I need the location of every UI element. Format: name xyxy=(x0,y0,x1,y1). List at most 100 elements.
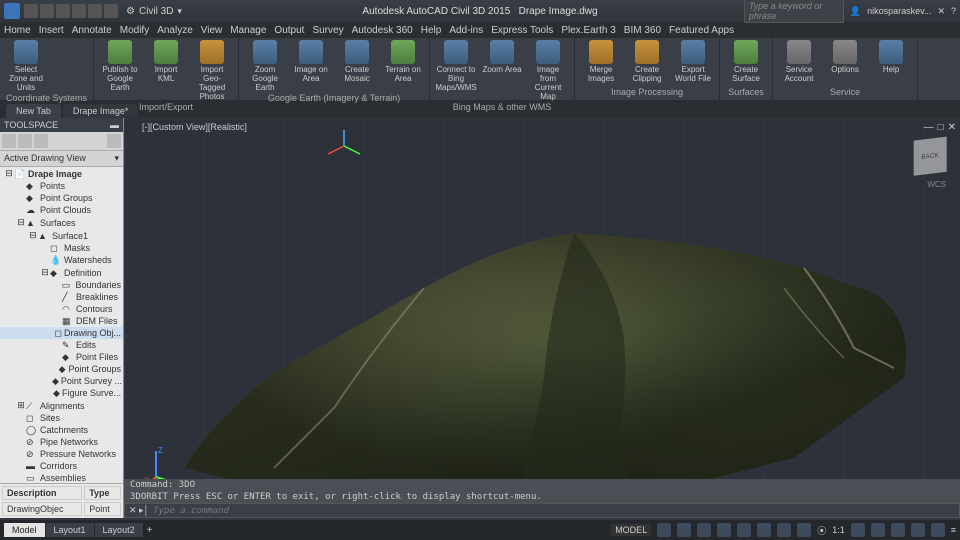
close-icon[interactable]: ✕ xyxy=(948,122,956,133)
add-layout-icon[interactable]: + xyxy=(147,525,153,536)
app-icon[interactable] xyxy=(4,3,20,19)
menu-survey[interactable]: Survey xyxy=(312,25,343,36)
ribbon-button[interactable]: Create Surface xyxy=(726,40,766,86)
tree-item[interactable]: 💧Watersheds xyxy=(0,254,123,266)
menu-addins[interactable]: Add-ins xyxy=(449,25,483,36)
workspace-icon[interactable] xyxy=(851,523,865,537)
tree-item[interactable]: ▬Corridors xyxy=(0,460,123,472)
viewport[interactable]: [-][Custom View][Realistic] — □ ✕ xyxy=(124,118,960,518)
tree-item[interactable]: ☁Point Clouds xyxy=(0,204,123,216)
grid-icon[interactable] xyxy=(657,523,671,537)
layout-tab-layout1[interactable]: Layout1 xyxy=(46,523,94,537)
qat-open-icon[interactable] xyxy=(40,4,54,18)
anno-monitor-icon[interactable] xyxy=(871,523,885,537)
isolate-icon[interactable] xyxy=(891,523,905,537)
ribbon-button[interactable]: Image on Area xyxy=(291,40,331,92)
ribbon-button[interactable]: Import Geo- Tagged Photos xyxy=(192,40,232,101)
file-tab[interactable]: Drape Image* xyxy=(63,104,139,118)
tree-item[interactable]: ◆Figure Surve... xyxy=(0,387,123,399)
ribbon-button[interactable]: Publish to Google Earth xyxy=(100,40,140,101)
ribbon-button[interactable]: Service Account xyxy=(779,40,819,86)
ribbon-button[interactable]: Select Zone and Units xyxy=(6,40,46,92)
expand-icon[interactable]: ⊟ xyxy=(4,168,14,179)
model-space-button[interactable]: MODEL xyxy=(611,524,651,536)
menu-home[interactable]: Home xyxy=(4,25,31,36)
osnap-icon[interactable] xyxy=(737,523,751,537)
maximize-icon[interactable]: □ xyxy=(938,122,944,133)
ts-btn-3[interactable] xyxy=(34,134,48,148)
polar-icon[interactable] xyxy=(717,523,731,537)
ribbon-button[interactable]: Zoom Area xyxy=(482,40,522,101)
exchange-icon[interactable]: ✕ xyxy=(937,6,945,17)
ortho-icon[interactable] xyxy=(697,523,711,537)
minimize-icon[interactable]: — xyxy=(924,122,934,133)
expand-icon[interactable]: ⊟ xyxy=(16,217,26,228)
tree-item[interactable]: ▭Assemblies xyxy=(0,472,123,483)
expand-icon[interactable]: ⊟ xyxy=(40,267,50,278)
workspace-selector[interactable]: ⚙ Civil 3D ▾ xyxy=(126,6,182,17)
tree-item[interactable]: ⊟▲Surface1 xyxy=(0,229,123,242)
anno-scale-icon[interactable]: ⦿ xyxy=(817,524,826,537)
tree-item[interactable]: ✎Edits xyxy=(0,339,123,351)
menu-annotate[interactable]: Annotate xyxy=(72,25,112,36)
ribbon-button[interactable]: Merge Images xyxy=(581,40,621,86)
help-icon[interactable]: ? xyxy=(951,6,956,16)
ribbon-button[interactable]: Terrain on Area xyxy=(383,40,423,92)
ribbon-button[interactable]: Create Mosaic xyxy=(337,40,377,92)
menu-analyze[interactable]: Analyze xyxy=(157,25,193,36)
ribbon-button[interactable]: Image from Current Map xyxy=(528,40,568,101)
tree-item[interactable]: ⊘Pipe Networks xyxy=(0,436,123,448)
search-input[interactable]: Type a keyword or phrase xyxy=(744,0,844,23)
ribbon-button[interactable]: Zoom Google Earth xyxy=(245,40,285,92)
qat-undo-icon[interactable] xyxy=(72,4,86,18)
menu-modify[interactable]: Modify xyxy=(120,25,149,36)
viewcube[interactable]: BACK xyxy=(914,137,947,176)
tree-item[interactable]: ⊟📄Drape Image xyxy=(0,167,123,180)
tree-item[interactable]: ◯Catchments xyxy=(0,424,123,436)
tree-item[interactable]: ◆Point Groups xyxy=(0,192,123,204)
tree-item[interactable]: ▭Boundaries xyxy=(0,279,123,291)
menu-output[interactable]: Output xyxy=(274,25,304,36)
layout-tab-model[interactable]: Model xyxy=(4,523,45,537)
expand-icon[interactable]: ⊟ xyxy=(28,230,38,241)
tree-item[interactable]: ⊟◆Definition xyxy=(0,266,123,279)
qat-new-icon[interactable] xyxy=(24,4,38,18)
menu-help[interactable]: Help xyxy=(421,25,442,36)
qat-print-icon[interactable] xyxy=(104,4,118,18)
close-icon[interactable]: ▬ xyxy=(110,120,119,130)
signin-icon[interactable]: 👤 xyxy=(850,6,861,17)
customization-icon[interactable]: ≡ xyxy=(951,525,956,535)
transparency-icon[interactable] xyxy=(797,523,811,537)
command-prompt-icon[interactable]: ✕ ▸│ xyxy=(129,505,149,516)
3dosnap-icon[interactable] xyxy=(757,523,771,537)
ribbon-button[interactable]: Import KML xyxy=(146,40,186,101)
hardware-accel-icon[interactable] xyxy=(911,523,925,537)
tree-item[interactable]: ◆Point Groups xyxy=(0,363,123,375)
view-selector[interactable]: Active Drawing View ▾ xyxy=(0,151,123,167)
scale-label[interactable]: 1:1 xyxy=(832,525,845,535)
tree-item[interactable]: ◻Masks xyxy=(0,242,123,254)
ribbon-button[interactable]: Export World File xyxy=(673,40,713,86)
menu-autodesk360[interactable]: Autodesk 360 xyxy=(352,25,413,36)
ts-btn-1[interactable] xyxy=(2,134,16,148)
menu-featuredapps[interactable]: Featured Apps xyxy=(669,25,734,36)
menu-plexearth3[interactable]: Plex.Earth 3 xyxy=(561,25,615,36)
menu-manage[interactable]: Manage xyxy=(230,25,266,36)
tree-item[interactable]: ⊞⟋Alignments xyxy=(0,399,123,412)
qat-save-icon[interactable] xyxy=(56,4,70,18)
tree-item[interactable]: ◆Point Files xyxy=(0,351,123,363)
file-tab[interactable]: New Tab xyxy=(6,104,61,118)
menu-bim360[interactable]: BIM 360 xyxy=(624,25,661,36)
tree-item[interactable]: ◠Contours xyxy=(0,303,123,315)
ts-btn-2[interactable] xyxy=(18,134,32,148)
tree-item[interactable]: ◆Points xyxy=(0,180,123,192)
snap-icon[interactable] xyxy=(677,523,691,537)
ribbon-button[interactable]: Options xyxy=(825,40,865,86)
viewport-label[interactable]: [-][Custom View][Realistic] xyxy=(142,122,247,132)
menu-expresstools[interactable]: Express Tools xyxy=(491,25,553,36)
tree-item[interactable]: ◻Drawing Obj... xyxy=(0,327,123,339)
qat-redo-icon[interactable] xyxy=(88,4,102,18)
user-label[interactable]: nikosparaskev... xyxy=(867,6,931,16)
help-icon[interactable] xyxy=(107,134,121,148)
clean-screen-icon[interactable] xyxy=(931,523,945,537)
